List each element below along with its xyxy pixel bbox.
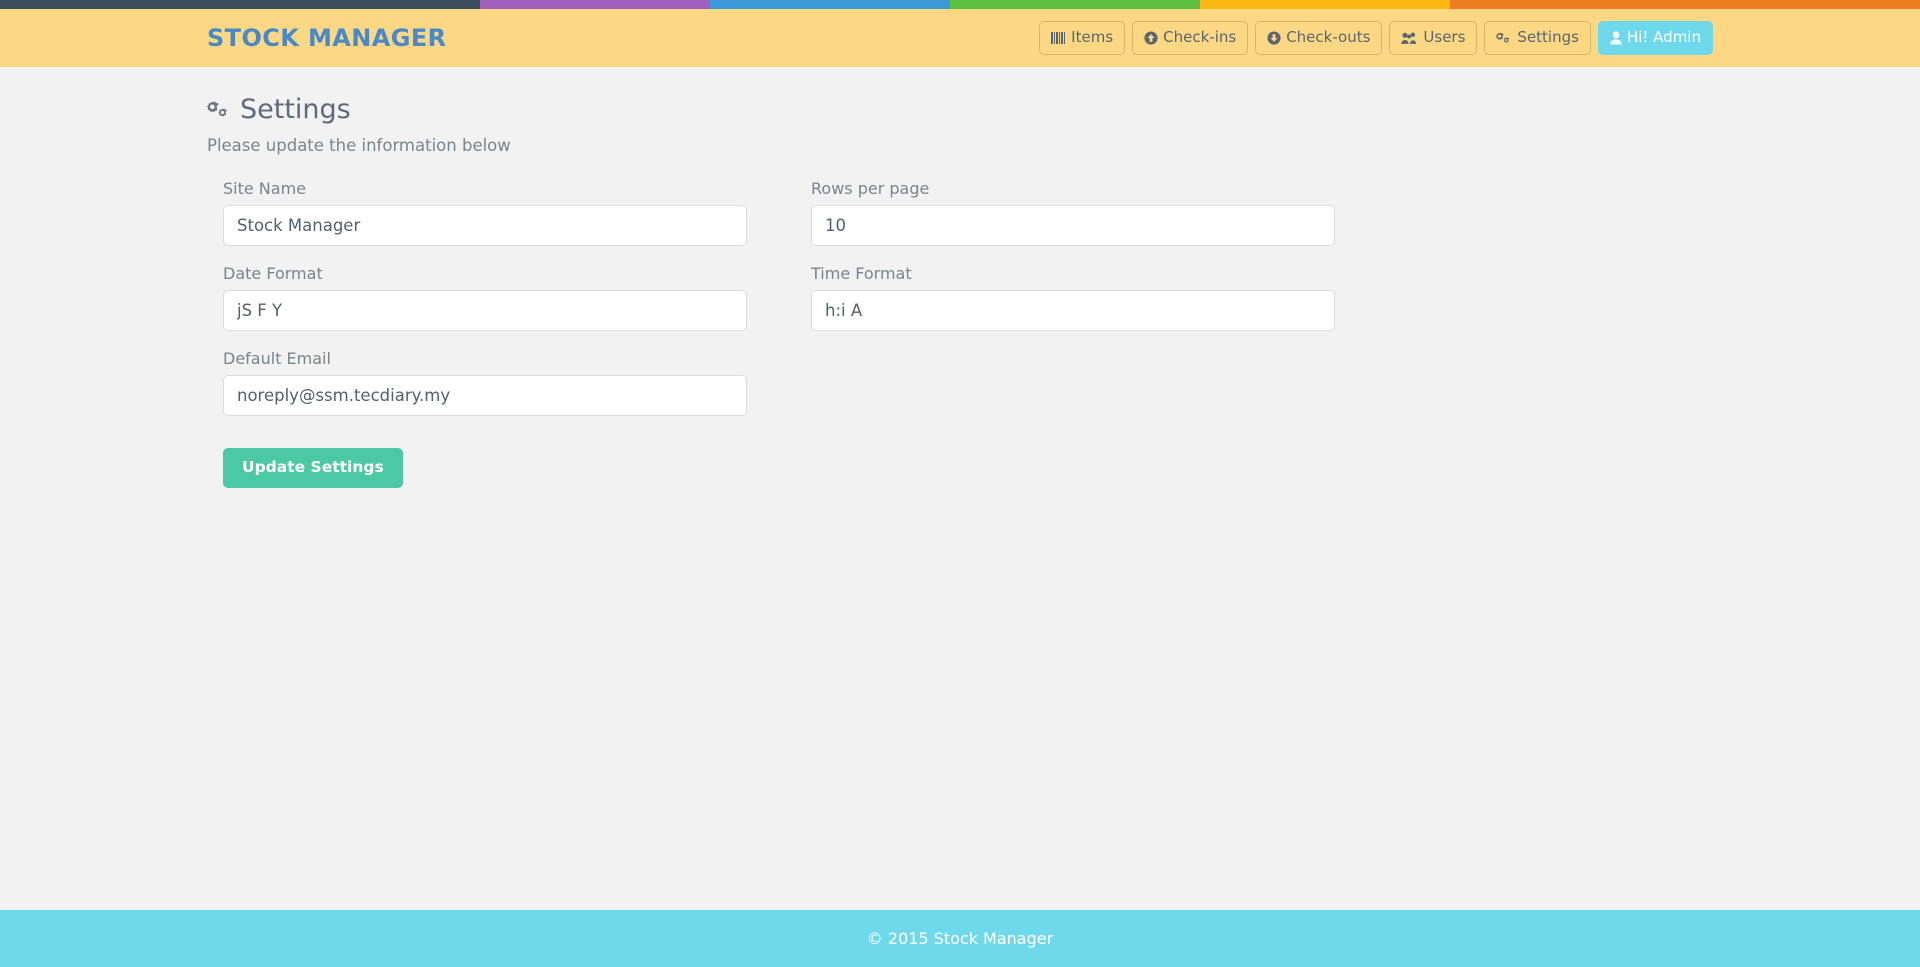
page-title-text: Settings [240, 94, 351, 125]
top-color-stripe [0, 0, 1920, 9]
gears-icon [1496, 31, 1512, 45]
field-group-date-format: Date Format [223, 264, 747, 332]
stripe-segment-purple [480, 0, 711, 9]
update-settings-button[interactable]: Update Settings [223, 448, 403, 488]
form-column-right: Rows per page Time Format [779, 179, 1335, 434]
barcode-icon [1051, 31, 1066, 45]
page-subtitle: Please update the information below [207, 136, 511, 156]
arrow-circle-up-icon [1144, 30, 1158, 45]
default-email-input[interactable] [223, 375, 747, 417]
nav-item-check-outs[interactable]: Check-outs [1255, 21, 1383, 55]
field-group-default-email: Default Email [223, 349, 747, 417]
nav-item-label: Settings [1517, 28, 1579, 46]
rows-per-page-input[interactable] [811, 205, 1335, 247]
form-submit-row: Update Settings [223, 448, 1335, 488]
nav-item-label: Hi! Admin [1626, 28, 1701, 46]
time-format-label: Time Format [811, 264, 912, 284]
users-icon [1401, 31, 1418, 45]
time-format-input[interactable] [811, 290, 1335, 332]
default-email-label: Default Email [223, 349, 331, 369]
nav-item-check-ins[interactable]: Check-ins [1132, 21, 1249, 55]
form-column-left: Site Name Date Format Default Email [223, 179, 779, 434]
user-icon [1610, 31, 1622, 45]
nav-item-label: Users [1423, 28, 1466, 46]
arrow-circle-down-icon [1267, 30, 1281, 45]
stripe-segment-yellow [1199, 0, 1450, 9]
date-format-label: Date Format [223, 264, 323, 284]
navbar-menu: Items Check-ins Check-outs Users Setting… [1039, 21, 1721, 55]
footer-copyright-text: © 2015 Stock Manager [866, 929, 1054, 948]
nav-item-label: Check-outs [1286, 28, 1371, 46]
nav-item-label: Check-ins [1163, 28, 1237, 46]
field-group-time-format: Time Format [811, 264, 1335, 332]
stripe-segment-green [950, 0, 1200, 9]
nav-item-label: Items [1071, 28, 1114, 46]
top-navbar: STOCK MANAGER Items Check-ins Check-outs… [0, 9, 1920, 67]
nav-item-user-admin[interactable]: Hi! Admin [1597, 21, 1713, 55]
stripe-segment-blue [710, 0, 951, 9]
main-content: Settings Please update the information b… [199, 67, 1721, 488]
gears-icon [207, 99, 231, 120]
page-footer: © 2015 Stock Manager [0, 910, 1920, 967]
nav-item-items[interactable]: Items [1039, 21, 1126, 55]
settings-form: Site Name Date Format Default Email Rows… [223, 179, 1335, 488]
site-name-label: Site Name [223, 179, 307, 199]
date-format-input[interactable] [223, 290, 747, 332]
stripe-segment-dark [0, 0, 480, 9]
field-group-site-name: Site Name [223, 179, 747, 247]
nav-item-users[interactable]: Users [1389, 21, 1478, 55]
nav-item-settings[interactable]: Settings [1484, 21, 1591, 55]
field-group-rows-per-page: Rows per page [811, 179, 1335, 247]
brand-logo[interactable]: STOCK MANAGER [207, 24, 447, 52]
page-title: Settings [207, 93, 1713, 125]
rows-per-page-label: Rows per page [811, 179, 930, 199]
stripe-segment-orange [1449, 0, 1920, 9]
site-name-input[interactable] [223, 205, 747, 247]
navbar-inner: STOCK MANAGER Items Check-ins Check-outs… [199, 9, 1721, 67]
page-header: Settings Please update the information b… [207, 67, 1713, 155]
